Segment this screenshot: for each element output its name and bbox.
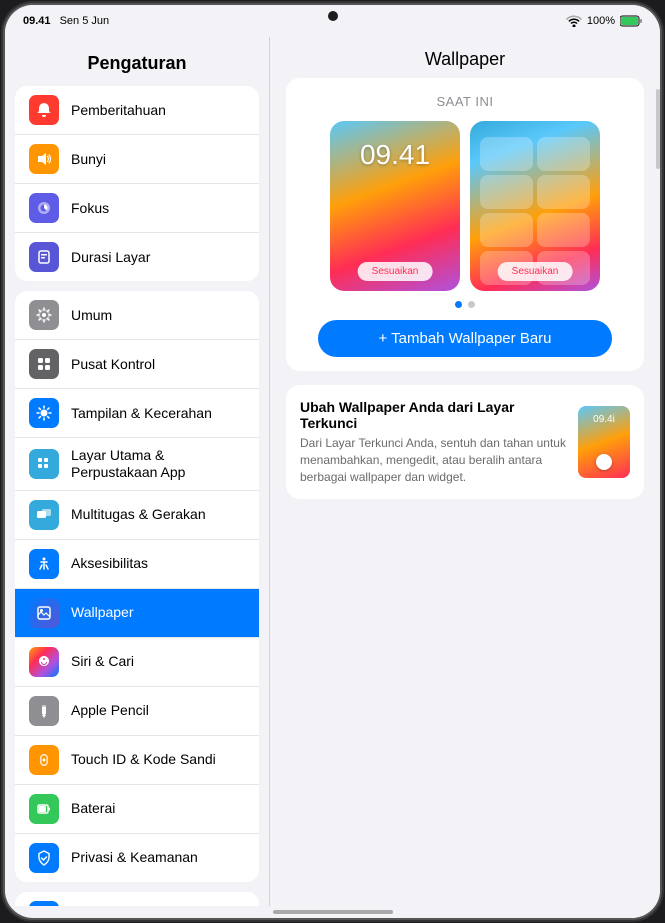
widget-1: [480, 137, 533, 171]
info-thumb: 09.4i: [578, 406, 630, 478]
touch-id-icon: [29, 745, 59, 775]
preview-time-1: 09.41: [330, 139, 460, 171]
sidebar-item-durasi-layar[interactable]: Durasi Layar: [15, 233, 259, 281]
sidebar-item-apple-pencil[interactable]: Apple Pencil: [15, 687, 259, 736]
bunyi-label: Bunyi: [71, 151, 106, 168]
sidebar-group-2: Umum Pusat Kontrol: [15, 291, 259, 882]
sidebar-item-multitugas[interactable]: Multitugas & Gerakan: [15, 491, 259, 540]
saat-ini-label: SAAT INI: [302, 94, 628, 109]
time-label: 09.41: [23, 15, 51, 27]
app-store-icon: [29, 901, 59, 906]
info-card-desc: Dari Layar Terkunci Anda, sentuh dan tah…: [300, 435, 566, 485]
info-text: Ubah Wallpaper Anda dari Layar Terkunci …: [300, 399, 566, 485]
scrollbar-track: [656, 69, 660, 894]
status-time: 09.41 Sen 5 Jun: [23, 15, 109, 27]
ipad-frame: 09.41 Sen 5 Jun 100% Pengaturan: [5, 5, 660, 918]
pemberitahuan-label: Pemberitahuan: [71, 102, 166, 119]
siri-label: Siri & Cari: [71, 653, 134, 670]
battery-label: 100%: [587, 15, 615, 27]
multitugas-label: Multitugas & Gerakan: [71, 506, 206, 523]
sidebar-item-umum[interactable]: Umum: [15, 291, 259, 340]
touch-id-label: Touch ID & Kode Sandi: [71, 751, 216, 768]
aksesibilitas-icon: [29, 549, 59, 579]
umum-label: Umum: [71, 307, 112, 324]
sidebar-group-3: App Store Dompet & Apple Pay: [15, 892, 259, 906]
sidebar-item-bunyi[interactable]: Bunyi: [15, 135, 259, 184]
sidebar-item-touch-id[interactable]: Touch ID & Kode Sandi: [15, 736, 259, 785]
status-bar: 09.41 Sen 5 Jun 100%: [5, 5, 660, 37]
sidebar-item-tampilan[interactable]: Tampilan & Kecerahan: [15, 389, 259, 438]
layar-utama-icon: [29, 449, 59, 479]
siri-icon: [29, 647, 59, 677]
apple-pencil-label: Apple Pencil: [71, 702, 149, 719]
battery-icon: [620, 15, 642, 27]
layar-utama-label: Layar Utama & Perpustakaan App: [71, 447, 185, 481]
preview-btn-1[interactable]: Sesuaikan: [358, 262, 433, 281]
info-card-title: Ubah Wallpaper Anda dari Layar Terkunci: [300, 399, 566, 431]
sidebar-item-baterai[interactable]: Baterai: [15, 785, 259, 834]
sidebar-item-privasi[interactable]: Privasi & Keamanan: [15, 834, 259, 882]
sidebar-title: Pengaturan: [5, 45, 269, 86]
sidebar-item-wallpaper[interactable]: Wallpaper: [15, 589, 259, 638]
dot-1: [455, 301, 462, 308]
durasi-icon: [29, 242, 59, 272]
sidebar-item-layar-utama[interactable]: Layar Utama & Perpustakaan App: [15, 438, 259, 491]
wallpaper-previews: 09.41 Sesuaikan: [302, 121, 628, 291]
widget-2: [537, 137, 590, 171]
sidebar-item-pusat-kontrol[interactable]: Pusat Kontrol: [15, 340, 259, 389]
wallpaper-icon: [29, 598, 59, 628]
wallpaper-preview-2: Sesuaikan: [470, 121, 600, 291]
pusat-kontrol-icon: [29, 349, 59, 379]
widget-5: [480, 213, 533, 247]
info-thumb-time: 09.4i: [578, 414, 630, 425]
add-wallpaper-button[interactable]: + Tambah Wallpaper Baru: [318, 320, 611, 357]
fokus-label: Fokus: [71, 200, 109, 217]
sidebar[interactable]: Pengaturan Pemberitahuan: [5, 37, 270, 906]
tampilan-label: Tampilan & Kecerahan: [71, 405, 212, 422]
info-thumb-knob: [596, 454, 612, 470]
multitugas-icon: [29, 500, 59, 530]
status-right: 100%: [566, 15, 642, 27]
date-label: Sen 5 Jun: [60, 15, 110, 27]
baterai-label: Baterai: [71, 800, 115, 817]
sidebar-item-fokus[interactable]: Fokus: [15, 184, 259, 233]
preview-btn-2[interactable]: Sesuaikan: [498, 262, 573, 281]
home-indicator: [273, 910, 393, 914]
wifi-icon: [566, 15, 582, 27]
widget-3: [480, 175, 533, 209]
sidebar-item-aksesibilitas[interactable]: Aksesibilitas: [15, 540, 259, 589]
apple-pencil-icon: [29, 696, 59, 726]
aksesibilitas-label: Aksesibilitas: [71, 555, 148, 572]
privasi-label: Privasi & Keamanan: [71, 849, 198, 866]
sidebar-item-pemberitahuan[interactable]: Pemberitahuan: [15, 86, 259, 135]
sidebar-item-siri[interactable]: Siri & Cari: [15, 638, 259, 687]
durasi-label: Durasi Layar: [71, 249, 150, 266]
fokus-icon: [29, 193, 59, 223]
pemberitahuan-icon: [29, 95, 59, 125]
wallpaper-preview-1: 09.41 Sesuaikan: [330, 121, 460, 291]
umum-icon: [29, 300, 59, 330]
privasi-icon: [29, 843, 59, 873]
sidebar-item-app-store[interactable]: App Store: [15, 892, 259, 906]
carousel-dots: [302, 301, 628, 308]
scrollbar-thumb: [656, 89, 660, 169]
widget-4: [537, 175, 590, 209]
info-card: Ubah Wallpaper Anda dari Layar Terkunci …: [286, 385, 644, 499]
bunyi-icon: [29, 144, 59, 174]
pusat-kontrol-label: Pusat Kontrol: [71, 356, 155, 373]
widget-6: [537, 213, 590, 247]
dot-2: [468, 301, 475, 308]
camera-dot: [328, 11, 338, 21]
wallpaper-card: SAAT INI 09.41 Sesuaikan: [286, 78, 644, 371]
wallpaper-label: Wallpaper: [71, 604, 134, 621]
main-content: Pengaturan Pemberitahuan: [5, 37, 660, 906]
detail-title: Wallpaper: [270, 37, 660, 78]
baterai-icon: [29, 794, 59, 824]
detail-panel: Wallpaper SAAT INI 09.41 Sesuaikan: [270, 37, 660, 906]
sidebar-group-1: Pemberitahuan Bunyi: [15, 86, 259, 281]
tampilan-icon: [29, 398, 59, 428]
